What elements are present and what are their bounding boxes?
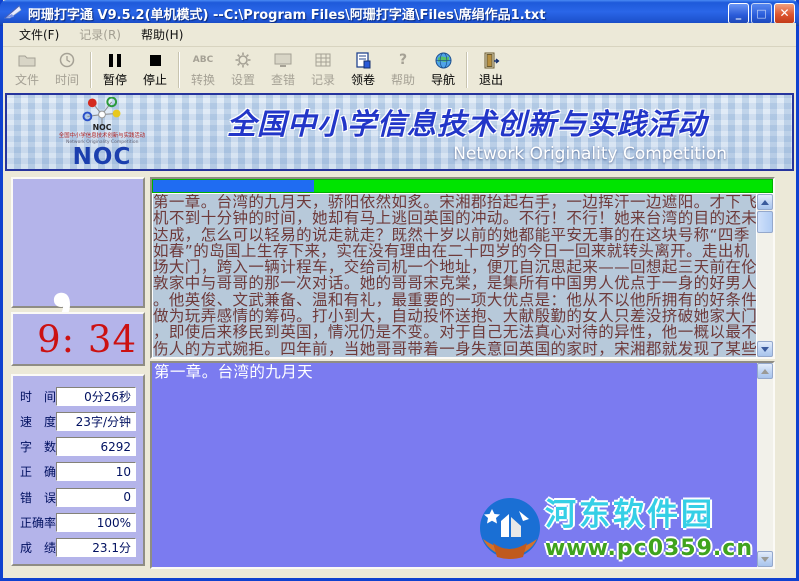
exit-door-icon: [483, 51, 500, 69]
article-line: 如春”的岛国上生存下来，实在没有理由在二十四岁的今日一回来就转头离开。走出机: [153, 242, 756, 260]
stat-row-score: 成 绩 23.1分: [20, 538, 136, 558]
scrollbar-thumb[interactable]: [757, 211, 773, 233]
toolbar-pause-button[interactable]: 暂停: [95, 49, 135, 91]
watermark: 河东软件园 www.pc0359.cn: [479, 489, 753, 561]
noc-logo-text: NOC: [72, 144, 132, 170]
toolbar-help-button: ? 帮助: [390, 52, 415, 87]
stat-row-accuracy: 正确率 100%: [20, 513, 136, 533]
article-line: 。他英俊、文武兼备、温和有礼，最重要的一项大优点是：他从不以他所拥有的好条件: [153, 291, 756, 309]
article-scrollbar[interactable]: [757, 194, 773, 357]
toolbar-separator: [90, 51, 92, 88]
paper-icon: [355, 51, 371, 69]
article-line: 伤人的方式婉拒。四年前，当她哥哥带着一身失意回英国的家时，宋湘郡就发现了某些: [153, 340, 756, 357]
stats-panel: 时 间 0分26秒 速 度 23字/分钟 字 数 6292 正 确 10 错 误…: [11, 374, 145, 566]
menu-record: 记录(R): [79, 28, 121, 42]
article-text: 第一章。台湾的九月天，骄阳依然如炙。宋湘郡抬起右手，一边挥汗一边遮阳。才下飞 机…: [153, 194, 756, 357]
toolbar-check-button: 查错: [263, 49, 303, 91]
window-title: 阿珊打字通 V9.5.2(单机模式) --C:\Program Files\阿珊…: [28, 7, 546, 23]
app-window: 阿珊打字通 V9.5.2(单机模式) --C:\Program Files\阿珊…: [0, 0, 799, 581]
typing-input-panel[interactable]: 第一章。台湾的九月天 河东软件园 www.pc0359.cn: [150, 361, 775, 569]
article-line: 第一章。台湾的九月天，骄阳依然如炙。宋湘郡抬起右手，一边挥汗一边遮阳。才下飞: [153, 194, 756, 211]
toolbar-file-button: 文件: [7, 49, 47, 91]
watermark-site-name: 河东软件园: [544, 497, 715, 533]
monitor-icon: [274, 51, 292, 69]
toolbar-stop-button[interactable]: 停止: [135, 49, 175, 91]
stat-row-correct: 正 确 10: [20, 462, 136, 482]
timer-panel: 9: 34: [11, 312, 145, 366]
toolbar-exit-button[interactable]: 退出: [471, 49, 511, 91]
toolbar-record-button: 记录: [303, 49, 343, 91]
table-icon: [315, 51, 331, 69]
minimize-button[interactable]: _: [728, 2, 749, 24]
stat-value-chars: 6292: [56, 437, 136, 457]
stat-row-speed: 速 度 23字/分钟: [20, 411, 136, 431]
app-icon: [4, 5, 22, 19]
gear-icon: [235, 51, 251, 69]
abc-icon: ABC: [192, 55, 214, 65]
file-icon: [18, 51, 36, 69]
toolbar-convert-button: ABC 转换: [183, 49, 223, 91]
maximize-button[interactable]: □: [751, 2, 772, 24]
menu-file[interactable]: 文件(F): [9, 23, 69, 46]
article-line: 敦家中与哥哥的那一次对话。她的哥哥宋克棠，是集所有中国男人优点于一身的好男人: [153, 275, 756, 292]
toolbar-nav-button[interactable]: 导航: [423, 49, 463, 91]
banner-subtitle: Network Originality Competition: [453, 143, 727, 164]
article-line: 达成，怎么可以轻易的说走就走？既然十岁以前的她都能平安无事的在这块号称“四季: [153, 226, 756, 243]
current-char-panel: ，: [11, 177, 145, 332]
toolbar: 文件 时间 暂停 停止 ABC 转换 设置 查错 记录 领卷 ? 帮助 导航 退…: [3, 47, 796, 92]
toolbar-settings-button: 设置: [223, 49, 263, 91]
scroll-up-icon[interactable]: [757, 363, 773, 379]
noc-molecule-icon: NOC: [82, 97, 121, 132]
clock-icon: [59, 51, 75, 69]
stop-icon: [149, 51, 161, 69]
toolbar-separator: [466, 51, 468, 88]
menubar: 文件(F) 记录(R) 帮助(H): [3, 23, 796, 47]
noc-banner: NOC 全国中小学信息技术创新与实践活动 Network Originality…: [5, 93, 794, 171]
scroll-up-icon[interactable]: [757, 194, 773, 210]
noc-small-line1: 全国中小学信息技术创新与实践活动: [58, 132, 146, 139]
article-line: 机不到十分钟的时间，她却有马上逃回英国的冲动。不行！不行！她来台湾的目的还未: [153, 210, 756, 227]
watermark-site-url: www.pc0359.cn: [544, 536, 753, 561]
article-line: 做为玩弄感情的筹码。打小到大，自动投怀送抱、大献殷勤的女人只差没挤破她家大门: [153, 308, 756, 325]
typed-text[interactable]: 第一章。台湾的九月天: [154, 364, 755, 381]
toolbar-separator: [178, 51, 180, 88]
pause-icon: [109, 51, 121, 69]
svg-text:NOC: NOC: [93, 123, 112, 132]
scroll-down-icon[interactable]: [757, 341, 773, 357]
watermark-logo-icon: [479, 498, 540, 559]
banner-title: 全国中小学信息技术创新与实践活动: [226, 106, 707, 141]
progress-bar: [152, 179, 773, 193]
toolbar-paper-button[interactable]: 领卷: [343, 49, 383, 91]
stat-value-time: 0分26秒: [56, 386, 136, 406]
input-scrollbar[interactable]: [757, 363, 773, 567]
stat-row-chars: 字 数 6292: [20, 437, 136, 457]
globe-icon: [435, 51, 452, 69]
stat-row-time: 时 间 0分26秒: [20, 386, 136, 406]
stat-value-accuracy: 100%: [56, 513, 136, 533]
stat-value-score: 23.1分: [56, 538, 136, 558]
banner-text-block: 全国中小学信息技术创新与实践活动 Network Originality Com…: [197, 95, 792, 169]
toolbar-time-button: 时间: [47, 49, 87, 91]
question-icon: ?: [398, 52, 408, 68]
stat-row-errors: 错 误 0: [20, 487, 136, 507]
scroll-down-icon[interactable]: [757, 551, 773, 567]
timer-value: 9: 34: [37, 317, 137, 361]
article-panel: 第一章。台湾的九月天，骄阳依然如炙。宋湘郡抬起右手，一边挥汗一边遮阳。才下飞 机…: [150, 177, 775, 359]
menu-help[interactable]: 帮助(H): [131, 23, 193, 46]
progress-fill: [153, 180, 314, 192]
close-button[interactable]: ✕: [774, 2, 795, 24]
stat-value-errors: 0: [56, 487, 136, 507]
stat-value-speed: 23字/分钟: [56, 411, 136, 431]
stat-value-correct: 10: [56, 462, 136, 482]
article-line: 场大门，跨入一辆计程车，交给司机一个地址，便兀自沉思起来——回想起三天前在伦: [153, 259, 756, 276]
noc-small-line2: Network Originality Competition: [65, 139, 139, 145]
article-line: ，即使后来移民到英国，情况仍是不变。对于自己无法真心对待的异性，他一概以最不: [153, 324, 756, 341]
noc-logo-block: NOC 全国中小学信息技术创新与实践活动 Network Originality…: [7, 95, 197, 169]
